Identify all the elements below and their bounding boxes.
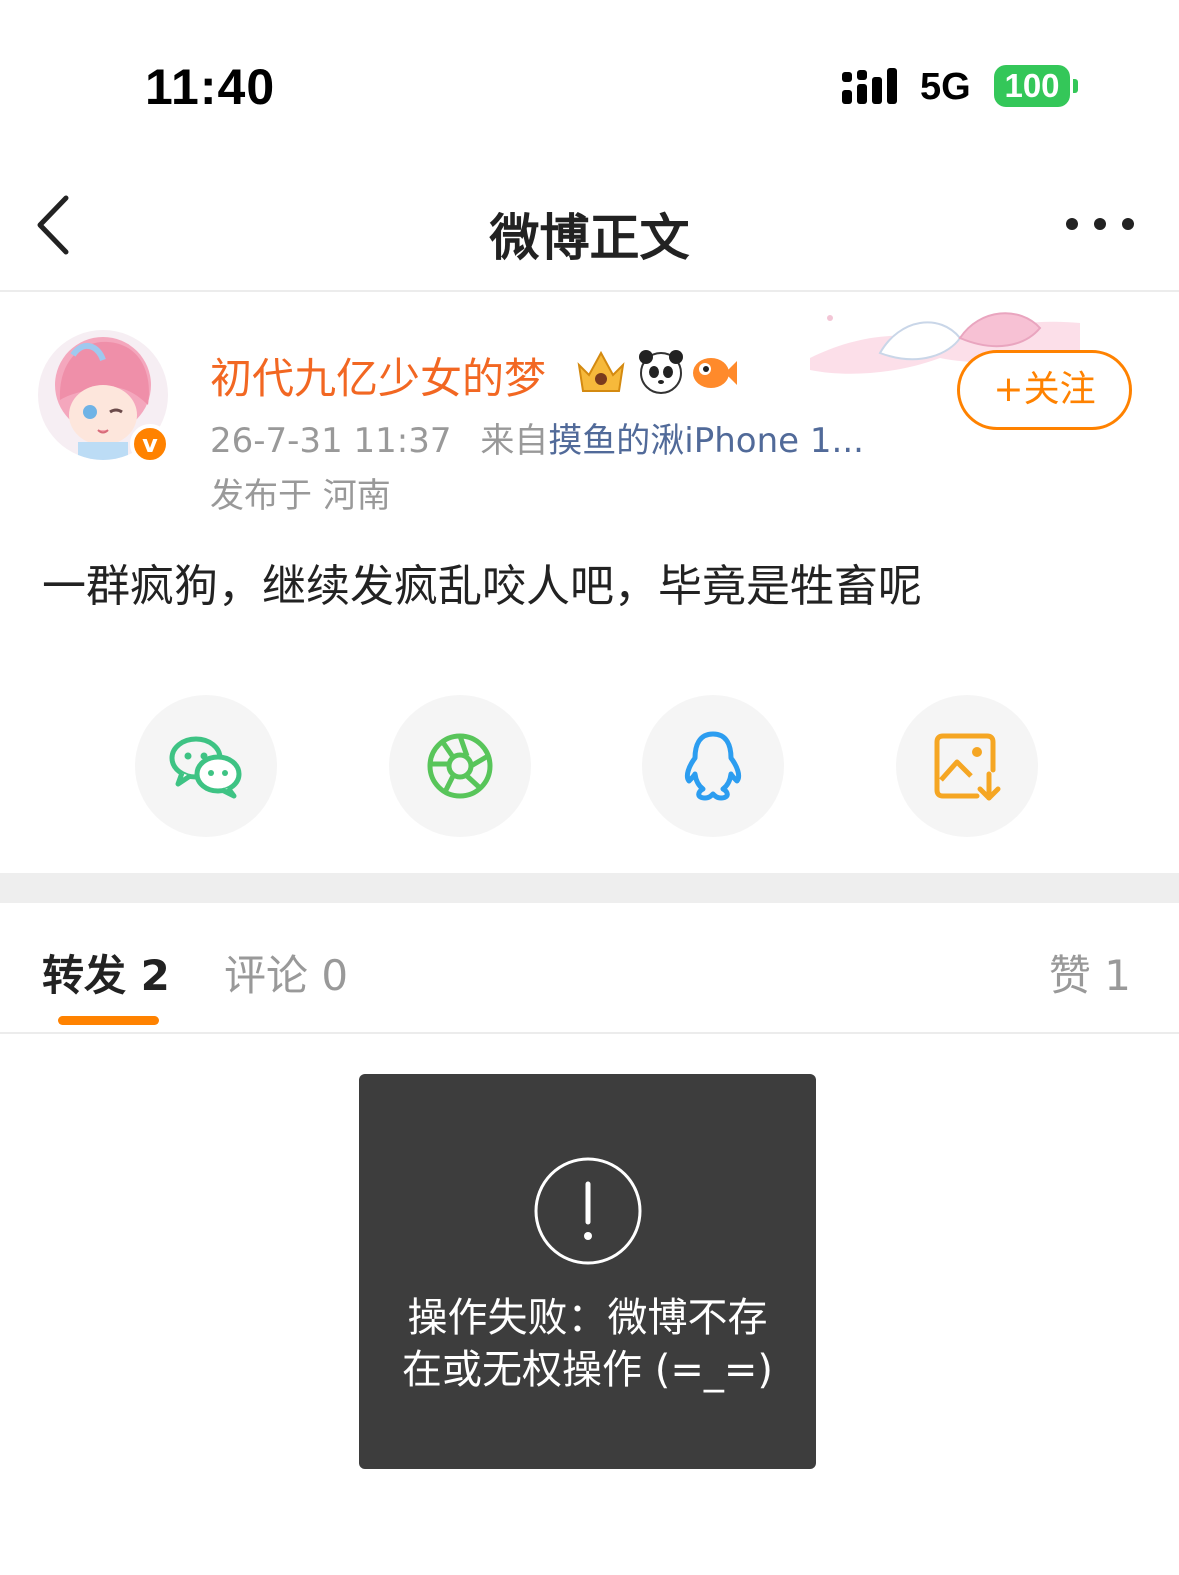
signal-icon xyxy=(842,68,897,104)
nav-divider xyxy=(0,290,1179,292)
save-image-button[interactable] xyxy=(896,695,1038,837)
status-time: 11:40 xyxy=(145,59,276,115)
toast-message: 操作失败：微博不存在或无权操作 (=_=) xyxy=(402,1295,773,1393)
source-prefix: 来自 xyxy=(480,421,549,461)
tab-repost[interactable]: 转发 2 xyxy=(42,942,170,1003)
crown-badge-icon xyxy=(577,350,625,392)
page-title: 微博正文 xyxy=(489,209,690,267)
verified-badge: v xyxy=(130,424,170,464)
exclamation-circle-icon xyxy=(534,1157,642,1265)
network-type: 5G xyxy=(920,66,971,108)
tab-like[interactable]: 赞 1 xyxy=(1049,942,1131,1003)
post-source-link[interactable]: 摸鱼的湫iPhone 1... xyxy=(548,421,864,461)
tab-active-indicator xyxy=(58,1016,159,1025)
post-location: 发布于 河南 xyxy=(210,476,391,516)
fish-badge-icon xyxy=(693,358,737,388)
more-dots-icon[interactable] xyxy=(1060,212,1140,236)
tab-comment[interactable]: 评论 0 xyxy=(224,942,348,1003)
post-content: 一群疯狗，继续发疯乱咬人吧，毕竟是牲畜呢 xyxy=(42,561,922,612)
post-meta: 26-7-31 11:37 来自摸鱼的湫iPhone 1... xyxy=(210,413,864,462)
username[interactable]: 初代九亿少女的梦 xyxy=(210,345,546,406)
wechat-icon xyxy=(169,736,242,799)
post-time: 26-7-31 11:37 xyxy=(210,421,452,461)
share-wechat-button[interactable] xyxy=(135,695,277,837)
user-badges xyxy=(577,350,737,394)
share-moments-button[interactable] xyxy=(389,695,531,837)
follow-button[interactable]: +关注 xyxy=(957,350,1132,430)
save-image-icon xyxy=(934,733,1001,801)
tab-divider xyxy=(0,1032,1179,1034)
battery-cap xyxy=(1073,79,1078,93)
qq-icon xyxy=(684,731,742,801)
moments-icon xyxy=(427,733,493,799)
panda-badge-icon xyxy=(639,350,683,394)
error-toast: 操作失败：微博不存在或无权操作 (=_=) xyxy=(359,1074,816,1469)
section-gap xyxy=(0,873,1179,903)
share-qq-button[interactable] xyxy=(642,695,784,837)
battery-indicator: 100 xyxy=(994,65,1070,107)
